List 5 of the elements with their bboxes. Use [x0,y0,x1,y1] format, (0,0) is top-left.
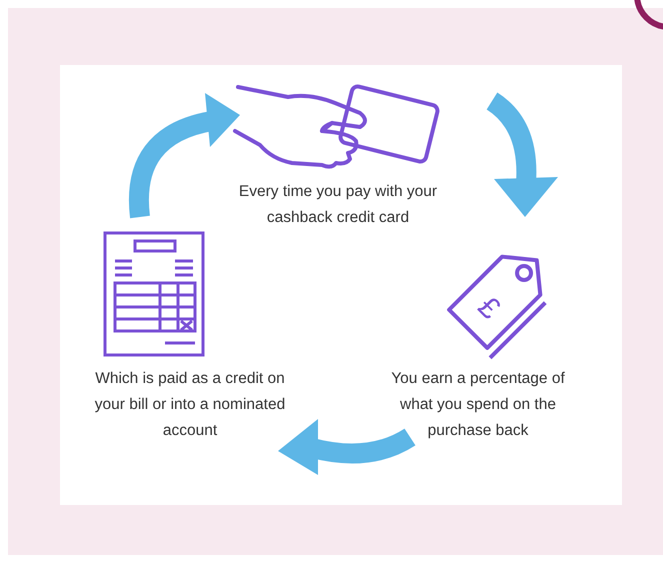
bill-icon [104,232,204,356]
step-caption: Which is paid as a credit on your bill or into a nominated account [94,369,286,441]
hand-card-icon [233,83,441,169]
step-caption: You earn a percentage of what you spend on the purchase back [390,369,566,441]
step-caption: Every time you pay with your cashback credit card [238,182,438,228]
